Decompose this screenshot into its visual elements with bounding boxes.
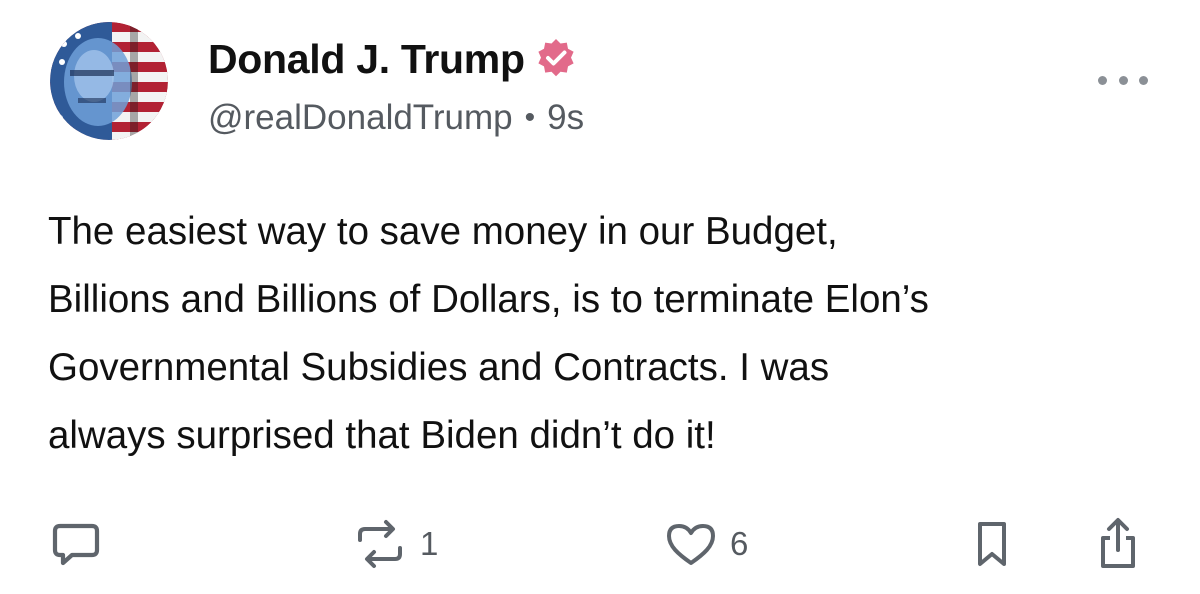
heart-icon	[667, 524, 715, 565]
bookmark-icon	[978, 522, 1006, 566]
author-name-row: Donald J. Trump	[208, 34, 577, 84]
repost-button[interactable]: 1	[352, 516, 438, 572]
verified-badge-icon	[535, 38, 577, 80]
like-count: 6	[730, 525, 749, 562]
meta-separator: •	[524, 101, 536, 134]
author-handle[interactable]: @realDonaldTrump	[208, 98, 513, 138]
share-button[interactable]	[1094, 516, 1142, 572]
avatar[interactable]	[50, 22, 168, 140]
post-card: Donald J. Trump @realDonaldTrump • 9s Th…	[0, 0, 1200, 594]
post-body: The easiest way to save money in our Bud…	[48, 210, 929, 457]
author-display-name[interactable]: Donald J. Trump	[208, 36, 525, 83]
like-button[interactable]: 6	[664, 516, 748, 572]
repost-count: 1	[420, 525, 439, 562]
more-options-icon[interactable]	[1098, 68, 1148, 92]
bookmark-button[interactable]	[972, 516, 1012, 572]
avatar-image	[50, 22, 168, 140]
post-timestamp[interactable]: 9s	[547, 98, 584, 138]
action-bar: 1 6	[0, 516, 1200, 576]
repost-icon	[358, 520, 402, 568]
author-meta: @realDonaldTrump • 9s	[208, 98, 584, 138]
reply-button[interactable]	[50, 516, 102, 572]
reply-icon	[52, 523, 100, 566]
share-icon	[1101, 518, 1135, 568]
